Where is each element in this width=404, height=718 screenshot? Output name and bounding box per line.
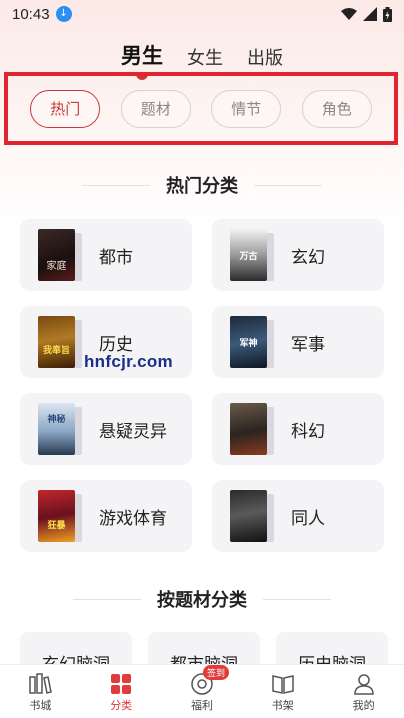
divider-line <box>73 598 141 600</box>
category-label: 军事 <box>291 334 325 355</box>
status-time: 10:43 <box>12 5 50 23</box>
category-grid-icon <box>109 671 133 697</box>
signal-icon <box>363 7 377 21</box>
category-card-military[interactable]: 军神 军事 <box>212 306 384 378</box>
book-cover-image: 神秘 <box>38 403 75 455</box>
nav-category[interactable]: 分类 <box>81 665 162 718</box>
cover-title: 狂暴 <box>47 520 66 531</box>
nav-bookshelf[interactable]: 书架 <box>242 665 323 718</box>
book-cover-stack: 家庭 <box>38 229 82 281</box>
category-card-fantasy[interactable]: 万古 玄幻 <box>212 219 384 291</box>
category-label: 都市 <box>99 247 133 268</box>
category-label: 玄幻 <box>291 247 325 268</box>
book-cover-image: 我奉旨 <box>38 316 75 368</box>
hot-section-header: 热门分类 <box>0 172 404 198</box>
profile-icon <box>352 671 376 697</box>
category-grid: 家庭 都市 万古 玄幻 我奉旨 历史 军神 军事 神秘 悬疑灵异 科幻 狂暴 游… <box>20 219 384 552</box>
nav-label: 我的 <box>352 698 375 712</box>
category-label: 同人 <box>291 508 325 529</box>
status-icons <box>341 6 392 22</box>
book-cover-image: 军神 <box>230 316 267 368</box>
book-cover-stack: 我奉旨 <box>38 316 82 368</box>
category-label: 科幻 <box>291 421 325 442</box>
book-cover-stack: 神秘 <box>38 403 82 455</box>
theme-section-header: 按题材分类 <box>0 586 404 612</box>
divider-line <box>263 598 331 600</box>
bookstore-icon <box>27 671 53 697</box>
cover-title: 神秘 <box>47 414 66 425</box>
book-cover-image: 家庭 <box>38 229 75 281</box>
book-cover-image <box>230 403 267 455</box>
chip-theme[interactable]: 题材 <box>120 89 191 128</box>
download-icon: ↓ <box>55 6 72 22</box>
book-cover-stack <box>230 490 274 542</box>
category-label: 悬疑灵异 <box>99 421 167 442</box>
category-label: 游戏体育 <box>99 508 167 529</box>
wifi-icon <box>341 7 357 20</box>
book-cover-stack: 狂暴 <box>38 490 82 542</box>
bookshelf-icon <box>270 671 296 697</box>
cover-title: 家庭 <box>46 260 67 272</box>
category-card-fanfic[interactable]: 同人 <box>212 480 384 552</box>
book-cover-image: 万古 <box>230 229 267 281</box>
cover-title: 万古 <box>239 251 258 262</box>
chip-hot[interactable]: 热门 <box>30 89 101 128</box>
category-label: 历史 <box>99 334 133 355</box>
category-card-games-sports[interactable]: 狂暴 游戏体育 <box>20 480 192 552</box>
book-cover-stack <box>230 403 274 455</box>
book-cover-stack: 万古 <box>230 229 274 281</box>
chip-plot[interactable]: 情节 <box>211 89 282 128</box>
book-cover-image: 狂暴 <box>38 490 75 542</box>
category-card-mystery[interactable]: 神秘 悬疑灵异 <box>20 393 192 465</box>
hot-section-title: 热门分类 <box>166 176 238 197</box>
nav-label: 福利 <box>190 698 213 712</box>
category-card-urban[interactable]: 家庭 都市 <box>20 219 192 291</box>
nav-welfare[interactable]: 签到 福利 <box>162 664 243 718</box>
divider-line <box>254 184 322 186</box>
book-cover-image <box>230 490 267 542</box>
welfare-icon: 签到 <box>189 664 229 697</box>
nav-profile[interactable]: 我的 <box>323 665 404 718</box>
book-cover-stack: 军神 <box>230 316 274 368</box>
sign-in-badge: 签到 <box>202 664 229 680</box>
filter-chip-bar: 热门 题材 情节 角色 <box>4 72 398 145</box>
chip-role[interactable]: 角色 <box>301 89 372 128</box>
status-bar: 10:43 ↓ <box>0 0 404 28</box>
theme-section-title: 按题材分类 <box>157 590 247 611</box>
nav-bookstore[interactable]: 书城 <box>0 665 81 718</box>
battery-icon <box>383 6 392 22</box>
divider-line <box>82 184 150 186</box>
bottom-navigation: 书城 分类 签到 福利 书架 我的 <box>0 664 404 718</box>
category-card-scifi[interactable]: 科幻 <box>212 393 384 465</box>
watermark-text: hnfcjr.com <box>84 352 173 371</box>
nav-label: 书架 <box>271 698 294 712</box>
cover-title: 军神 <box>239 338 258 349</box>
nav-label: 书城 <box>29 698 52 712</box>
nav-label: 分类 <box>110 698 133 712</box>
cover-title: 我奉旨 <box>42 345 70 356</box>
